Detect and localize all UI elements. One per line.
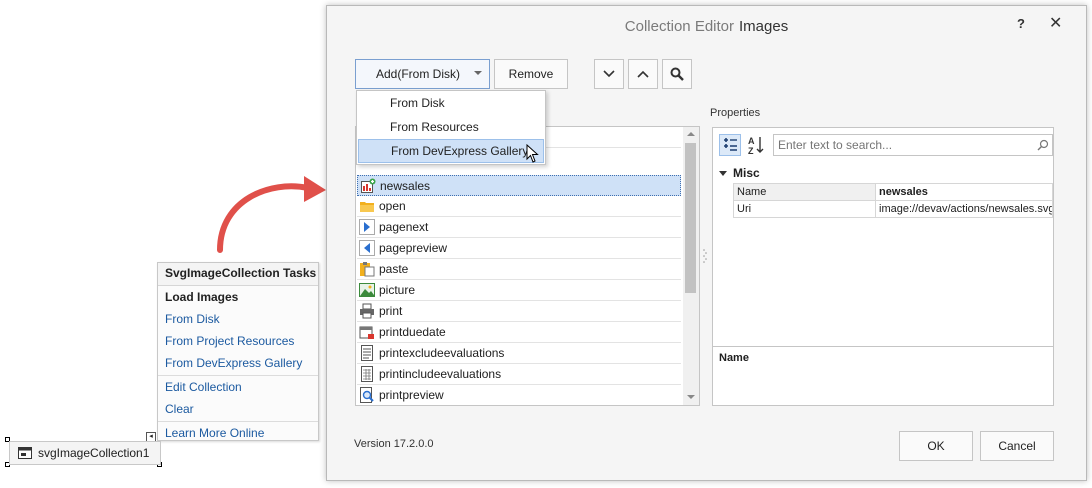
- add-dropdown-button[interactable]: Add(From Disk): [355, 59, 490, 89]
- list-item-label: pagepreview: [379, 241, 448, 255]
- category-label: Misc: [733, 166, 760, 180]
- paste-icon: [360, 262, 375, 277]
- property-row-name[interactable]: Name newsales: [733, 183, 1053, 201]
- print-due-date-icon: [359, 326, 374, 339]
- splitter-grip[interactable]: [703, 248, 707, 264]
- component-svg-image-collection[interactable]: svgImageCollection1: [9, 441, 161, 465]
- property-description-panel: Name: [713, 346, 1053, 405]
- list-item[interactable]: printincludeevaluations: [357, 364, 681, 385]
- svg-text:A: A: [748, 136, 755, 146]
- component-icon: [18, 447, 32, 459]
- printer-icon: [360, 303, 374, 319]
- scrollbar-thumb[interactable]: [685, 143, 696, 293]
- list-item-label: print: [379, 304, 403, 318]
- move-up-button[interactable]: [628, 59, 658, 89]
- property-row-uri[interactable]: Uri image://devav/actions/newsales.svg: [733, 200, 1053, 218]
- categorized-view-button[interactable]: [719, 134, 741, 156]
- svg-text:Z: Z: [748, 146, 754, 156]
- list-item[interactable]: pagepreview: [357, 238, 681, 259]
- dialog-title: Images: [739, 17, 789, 35]
- list-item-label: paste: [379, 262, 409, 276]
- categorized-icon: [724, 138, 737, 151]
- callout-arrow: [217, 176, 326, 253]
- properties-label: Properties: [710, 107, 761, 119]
- version-label: Version 17.2.0.0: [354, 438, 434, 450]
- task-link-learn-more-online[interactable]: Learn More Online: [158, 422, 318, 444]
- list-scrollbar[interactable]: [683, 127, 699, 405]
- list-item[interactable]: picture: [357, 280, 681, 301]
- sort-az-icon: A Z: [748, 136, 764, 156]
- component-name: svgImageCollection1: [38, 446, 150, 460]
- property-key: Name: [733, 183, 875, 201]
- alphabetical-view-button[interactable]: A Z: [745, 134, 767, 156]
- task-link-edit-collection[interactable]: Edit Collection: [158, 376, 318, 398]
- task-link-from-devexpress-gallery[interactable]: From DevExpress Gallery: [158, 352, 318, 374]
- list-item[interactable]: print: [357, 301, 681, 322]
- search-button[interactable]: [662, 59, 692, 89]
- cancel-button[interactable]: Cancel: [980, 431, 1054, 461]
- list-item-label: picture: [379, 283, 416, 297]
- list-item-label: printincludeevaluations: [379, 367, 502, 381]
- close-button[interactable]: ✕: [1049, 13, 1067, 32]
- ok-button[interactable]: OK: [899, 431, 973, 461]
- add-dropdown-menu: From Disk From Resources From DevExpress…: [356, 90, 546, 165]
- property-value[interactable]: newsales: [875, 183, 1053, 201]
- list-item-label: newsales: [380, 178, 431, 193]
- collapse-arrow-icon[interactable]: [719, 170, 727, 176]
- chevron-up-icon: [637, 70, 649, 78]
- list-item-label: printexcludeevaluations: [379, 346, 505, 360]
- property-grid-toolbar: A Z: [717, 132, 1053, 158]
- collection-editor-dialog: Collection Editor Images ? ✕ Add(From Di…: [326, 5, 1087, 481]
- move-down-button[interactable]: [594, 59, 624, 89]
- newsales-icon: [361, 178, 376, 193]
- add-button-label: Add(From Disk): [376, 67, 461, 81]
- list-item[interactable]: paste: [357, 259, 681, 280]
- magnifier-icon: [670, 67, 684, 81]
- dialog-title-prefix: Collection Editor: [624, 17, 734, 35]
- task-link-from-project-resources[interactable]: From Project Resources: [158, 330, 318, 352]
- remove-button[interactable]: Remove: [494, 59, 568, 89]
- mouse-cursor-icon: [526, 144, 539, 163]
- scroll-down-arrow-icon[interactable]: [687, 395, 695, 399]
- property-value[interactable]: image://devav/actions/newsales.svg: [875, 200, 1053, 218]
- image-list[interactable]: newsales open pagenext pagepreview paste…: [355, 126, 700, 406]
- menu-item-from-disk[interactable]: From Disk: [357, 91, 545, 115]
- chevron-down-icon: [603, 70, 615, 78]
- scroll-up-arrow-icon[interactable]: [687, 132, 695, 136]
- description-title: Name: [719, 352, 749, 364]
- task-link-clear[interactable]: Clear: [158, 398, 318, 420]
- document-grid-icon: [361, 366, 373, 382]
- menu-item-from-devexpress-gallery[interactable]: From DevExpress Gallery: [358, 139, 544, 163]
- list-item[interactable]: pagenext: [357, 217, 681, 238]
- list-item-label: open: [379, 199, 406, 213]
- picture-icon: [359, 283, 375, 297]
- section-heading: Load Images: [165, 290, 239, 304]
- property-search-input[interactable]: [773, 134, 1053, 156]
- help-button[interactable]: ?: [1017, 16, 1031, 32]
- list-item[interactable]: open: [357, 196, 681, 217]
- task-link-from-disk[interactable]: From Disk: [158, 308, 318, 330]
- property-key: Uri: [733, 200, 875, 218]
- folder-icon: [360, 202, 374, 212]
- list-item-label: printpreview: [379, 388, 444, 402]
- page-next-icon: [359, 219, 375, 235]
- list-item[interactable]: printduedate: [357, 322, 681, 343]
- smart-tag-panel: SvgImageCollection Tasks Load Images Fro…: [157, 262, 319, 441]
- list-item[interactable]: printpreview: [357, 385, 681, 405]
- property-grid: A Z Misc Name newsales Uri image://devav…: [712, 127, 1054, 406]
- list-item-label: pagenext: [379, 220, 429, 234]
- dropdown-arrow-icon: [474, 71, 482, 75]
- list-item-label: printduedate: [379, 325, 446, 339]
- list-item[interactable]: printexcludeevaluations: [357, 343, 681, 364]
- page-previous-icon: [359, 240, 375, 256]
- dialog-titlebar: Collection Editor Images: [327, 6, 1086, 46]
- document-lines-icon: [361, 345, 373, 361]
- property-category-misc[interactable]: Misc: [719, 164, 1049, 182]
- search-icon: [1037, 139, 1049, 151]
- menu-item-from-resources[interactable]: From Resources: [357, 115, 545, 139]
- print-preview-icon: [360, 387, 374, 403]
- panel-title: SvgImageCollection Tasks: [158, 263, 318, 286]
- list-item[interactable]: newsales: [357, 175, 681, 196]
